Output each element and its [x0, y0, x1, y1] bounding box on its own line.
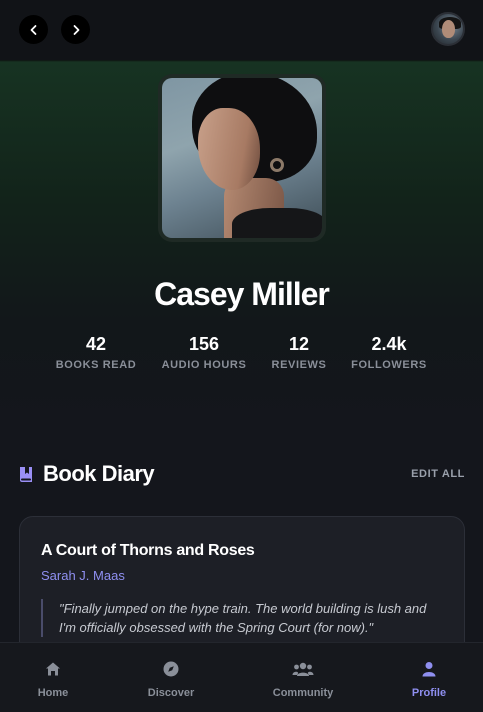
home-icon [46, 662, 60, 676]
entry-book-title: A Court of Thorns and Roses [41, 542, 255, 559]
entry-quote: "Finally jumped on the hype train. The w… [41, 599, 441, 637]
profile-stats: 42 BOOKS READ 156 AUDIO HOURS 12 REVIEWS… [40, 334, 443, 378]
profile-photo [162, 78, 322, 238]
stat-reviews: 12 REVIEWS [264, 334, 334, 371]
stat-value: 2.4k [371, 334, 407, 354]
nav-item-profile[interactable]: Profile [394, 643, 464, 712]
entry-author-link[interactable]: Sarah J. Maas [41, 568, 125, 583]
users-icon [292, 662, 314, 676]
top-bar [0, 0, 483, 60]
edit-all-button[interactable]: EDIT ALL [411, 468, 465, 480]
stat-value: 12 [288, 334, 310, 354]
nav-label: Discover [147, 687, 195, 699]
back-button[interactable] [19, 15, 48, 44]
stat-label: REVIEWS [271, 359, 327, 371]
nav-item-community[interactable]: Community [263, 643, 343, 712]
account-avatar-button[interactable] [431, 12, 465, 46]
nav-item-home[interactable]: Home [18, 643, 88, 712]
profile-photo-frame [158, 74, 326, 242]
stat-value: 156 [188, 334, 220, 354]
compass-icon [163, 661, 179, 677]
bottom-navigation: Home Discover Community Profile [0, 642, 483, 712]
nav-label: Profile [411, 687, 447, 699]
nav-label: Home [37, 687, 69, 699]
section-title: Book Diary [43, 461, 155, 486]
book-bookmark-icon [20, 467, 32, 482]
chevron-right-icon [73, 24, 79, 35]
stat-audio-hours: 156 AUDIO HOURS [154, 334, 254, 371]
stat-label: BOOKS READ [55, 359, 137, 371]
stat-label: AUDIO HOURS [161, 359, 247, 371]
user-icon [422, 662, 436, 677]
stat-value: 42 [85, 334, 107, 354]
forward-button[interactable] [61, 15, 90, 44]
stat-label: FOLLOWERS [351, 359, 427, 371]
nav-item-discover[interactable]: Discover [131, 643, 211, 712]
profile-name: Casey Miller [154, 276, 330, 312]
stat-books-read: 42 BOOKS READ [48, 334, 144, 371]
stat-followers[interactable]: 2.4k FOLLOWERS [344, 334, 434, 371]
chevron-left-icon [30, 24, 36, 35]
book-diary-header: Book Diary EDIT ALL [18, 458, 465, 490]
nav-label: Community [272, 687, 334, 699]
